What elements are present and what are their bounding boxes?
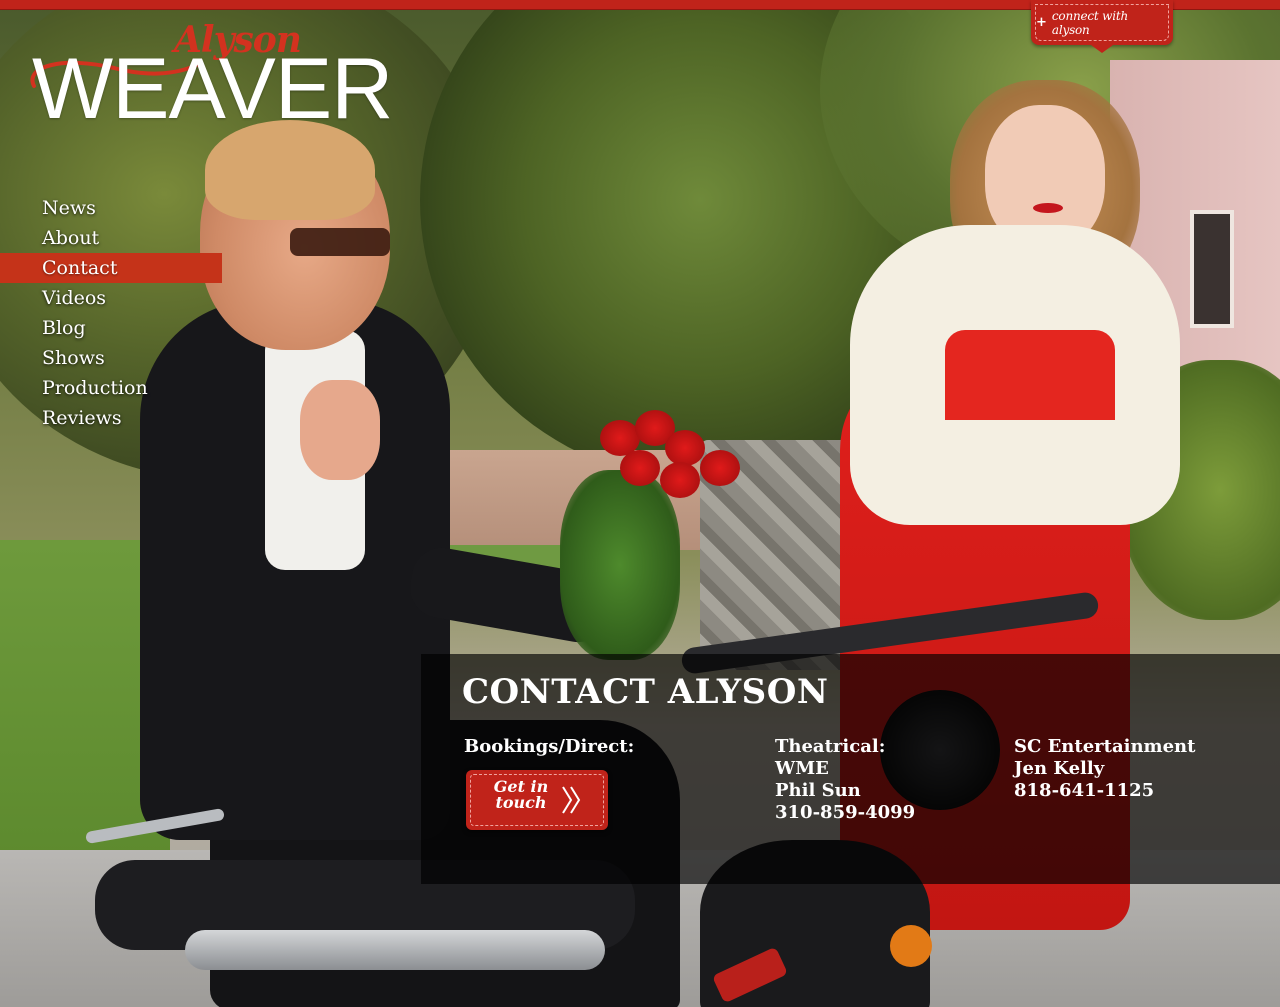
connect-with-alyson-tab[interactable]: + connect with alyson <box>1031 0 1173 53</box>
nav-item-production[interactable]: Production <box>0 373 222 403</box>
contact-panel: CONTACT ALYSON Bookings/Direct: Get in t… <box>421 654 1280 884</box>
nav-item-news[interactable]: News <box>0 193 222 223</box>
nav-item-shows[interactable]: Shows <box>0 343 222 373</box>
commercial-column: SC Entertainment Jen Kelly 818-641-1125 <box>1014 736 1195 802</box>
connect-tab-stitching: + connect with alyson <box>1035 4 1169 41</box>
theatrical-agent: Phil Sun <box>775 780 861 801</box>
plus-icon: + <box>1036 15 1047 30</box>
nav-item-videos[interactable]: Videos <box>0 283 222 313</box>
theatrical-heading: Theatrical: <box>775 736 886 757</box>
page-title: CONTACT ALYSON <box>462 672 829 712</box>
bookings-column: Bookings/Direct: <box>464 736 634 758</box>
theatrical-agency: WME <box>775 758 829 779</box>
commercial-agent: Jen Kelly <box>1014 758 1105 779</box>
theatrical-phone[interactable]: 310-859-4099 <box>775 802 915 824</box>
theatrical-column: Theatrical: WME Phil Sun 310-859-4099 <box>775 736 915 824</box>
main-nav: News About Contact Videos Blog Shows Pro… <box>0 193 222 433</box>
nav-item-reviews[interactable]: Reviews <box>0 403 222 433</box>
site-logo[interactable]: Alyson WEAVER <box>24 16 424 132</box>
double-chevron-right-icon <box>560 784 584 821</box>
logo-main-text: WEAVER <box>32 41 393 137</box>
connect-label: connect with alyson <box>1051 8 1129 37</box>
nav-item-blog[interactable]: Blog <box>0 313 222 343</box>
commercial-agency: SC Entertainment <box>1014 736 1196 757</box>
nav-item-about[interactable]: About <box>0 223 222 253</box>
bookings-heading: Bookings/Direct: <box>464 736 635 757</box>
commercial-phone[interactable]: 818-641-1125 <box>1014 780 1195 802</box>
get-in-touch-button[interactable]: Get in touch <box>466 770 608 830</box>
get-in-touch-line2: touch <box>495 793 547 812</box>
get-in-touch-label: Get in touch <box>488 779 554 811</box>
nav-item-contact[interactable]: Contact <box>0 253 222 283</box>
